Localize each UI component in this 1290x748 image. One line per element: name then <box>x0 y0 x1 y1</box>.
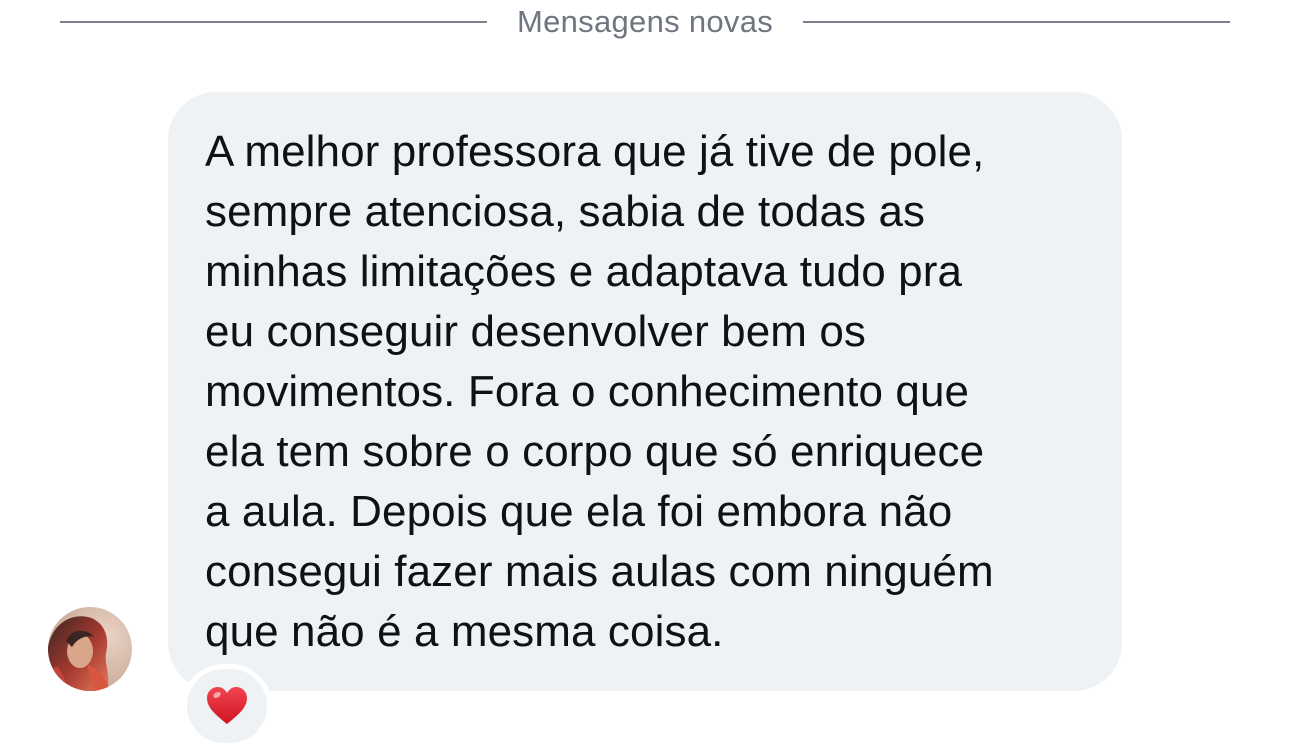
heart-icon <box>207 687 247 724</box>
sender-avatar[interactable] <box>48 607 132 691</box>
message-text: A melhor professora que já tive de pole,… <box>205 127 994 656</box>
message-bubble[interactable]: A melhor professora que já tive de pole,… <box>168 92 1122 691</box>
divider-line-right <box>803 21 1231 23</box>
new-messages-label: Mensagens novas <box>516 4 774 39</box>
new-messages-divider: Mensagens novas <box>60 0 1231 44</box>
avatar-image <box>48 607 132 691</box>
heart-reaction[interactable] <box>182 664 272 748</box>
divider-line-left <box>60 21 487 23</box>
